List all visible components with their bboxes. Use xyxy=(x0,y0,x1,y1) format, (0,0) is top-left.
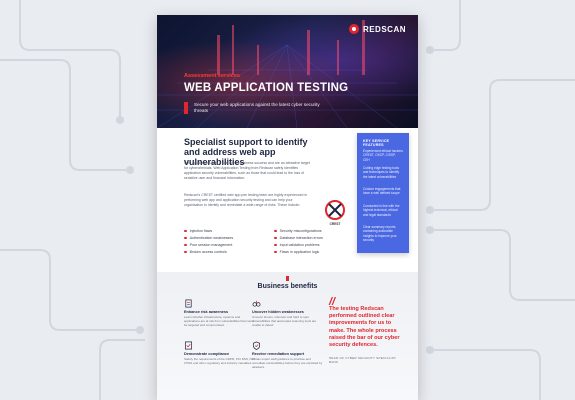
document-icon xyxy=(185,299,192,308)
feature-item: Experienced ethical hackers CREST, OSCP,… xyxy=(363,149,403,162)
risk-item-label: Flaws in application logic xyxy=(279,250,320,254)
benefit-text: Obtain expert staff guidance to prioriti… xyxy=(252,357,323,369)
risk-item: Database interaction errors xyxy=(274,236,369,240)
benefit-text: Satisfy the requirements of the GDPR, PC… xyxy=(184,357,255,365)
crest-label: CREST xyxy=(329,222,341,226)
benefit-text: Learn whether infrastructure, systems an… xyxy=(184,315,254,327)
benefit-card: Receive remediation support Obtain exper… xyxy=(252,341,324,369)
risk-item-label: Input validation problems xyxy=(279,243,320,247)
bullet-dot-icon xyxy=(274,243,277,247)
benefit-card: Uncover hidden weaknesses Uncover known,… xyxy=(252,299,324,327)
feature-item: Clear summary reports containing actiona… xyxy=(363,225,397,243)
checklist-icon xyxy=(184,341,193,350)
risk-item-label: Authentication weaknesses xyxy=(189,236,234,240)
datasheet-page: REDSCAN Assessment services WEB APPLICAT… xyxy=(157,15,418,400)
bullet-dot-icon xyxy=(184,250,187,254)
bullet-dot-icon xyxy=(184,236,187,240)
bullet-dot-icon xyxy=(184,243,187,247)
risk-item-label: Security misconfigurations xyxy=(279,229,322,233)
benefit-card: Enhance risk awareness Learn whether inf… xyxy=(184,299,256,327)
logo-text: REDSCAN xyxy=(362,24,406,34)
benefit-card: Demonstrate compliance Satisfy the requi… xyxy=(184,341,256,365)
risk-item-label: Broken access controls xyxy=(189,250,227,254)
intro-paragraph-2: Redscan's CREST certified web app pen te… xyxy=(184,193,308,207)
risk-item: Security misconfigurations xyxy=(274,229,369,233)
risk-item: Injection flaws xyxy=(184,229,274,233)
feature-item: Conducted in line with the highest techn… xyxy=(363,204,400,217)
testimonial-quote: The testing Redscan performed outlined c… xyxy=(329,306,400,349)
bullet-dot-icon xyxy=(274,229,277,233)
benefit-heading: Uncover hidden weaknesses xyxy=(252,310,304,314)
benefit-heading: Demonstrate compliance xyxy=(184,352,230,356)
hero-banner: REDSCAN Assessment services WEB APPLICAT… xyxy=(157,15,418,128)
risk-item-label: Poor session management xyxy=(189,243,233,247)
benefit-text: Uncover known, unknown and hard to spot … xyxy=(252,315,317,327)
redscan-logo: REDSCAN xyxy=(348,24,406,34)
risk-item: Input validation problems xyxy=(274,243,369,247)
risk-item: Poor session management xyxy=(184,243,274,247)
risk-item-label: Database interaction errors xyxy=(279,236,323,240)
benefits-title: Business benefits xyxy=(257,283,318,290)
benefit-heading: Enhance risk awareness xyxy=(184,310,229,314)
benefits-accent-mark xyxy=(286,276,289,281)
risk-item: Authentication weaknesses xyxy=(184,236,274,240)
risk-item: Flaws in application logic xyxy=(274,250,369,254)
key-features-box: KEY SERVICE FEATURES Experienced ethical… xyxy=(357,133,409,253)
shield-check-icon xyxy=(252,341,261,350)
testimonial-attribution: HEAD OF CYBER SECURITY SPECIALIST BANK xyxy=(329,356,397,365)
risk-list: Injection flaws Security misconfiguratio… xyxy=(184,229,369,254)
bullet-dot-icon xyxy=(274,236,277,240)
feature-item: Cutting edge testing tools and technique… xyxy=(363,166,400,179)
hero-accent-bar xyxy=(184,102,188,114)
binoculars-icon xyxy=(252,300,261,307)
benefit-heading: Receive remediation support xyxy=(252,352,305,356)
risk-item: Broken access controls xyxy=(184,250,274,254)
risk-item-label: Injection flaws xyxy=(189,229,213,233)
logo-mark-icon xyxy=(348,24,359,34)
crest-logo-icon xyxy=(325,200,345,220)
hero-eyebrow: Assessment services xyxy=(184,73,240,79)
hero-tagline: Secure your web applications against the… xyxy=(194,102,320,114)
key-features-title: KEY SERVICE FEATURES xyxy=(363,139,390,147)
bullet-dot-icon xyxy=(184,229,187,233)
hero-title: WEB APPLICATION TESTING xyxy=(184,82,349,94)
feature-item: Custom engagements that have a well defi… xyxy=(363,187,401,196)
bullet-dot-icon xyxy=(274,250,277,254)
intro-paragraph-1: Web applications play a vital role in bu… xyxy=(184,161,310,180)
